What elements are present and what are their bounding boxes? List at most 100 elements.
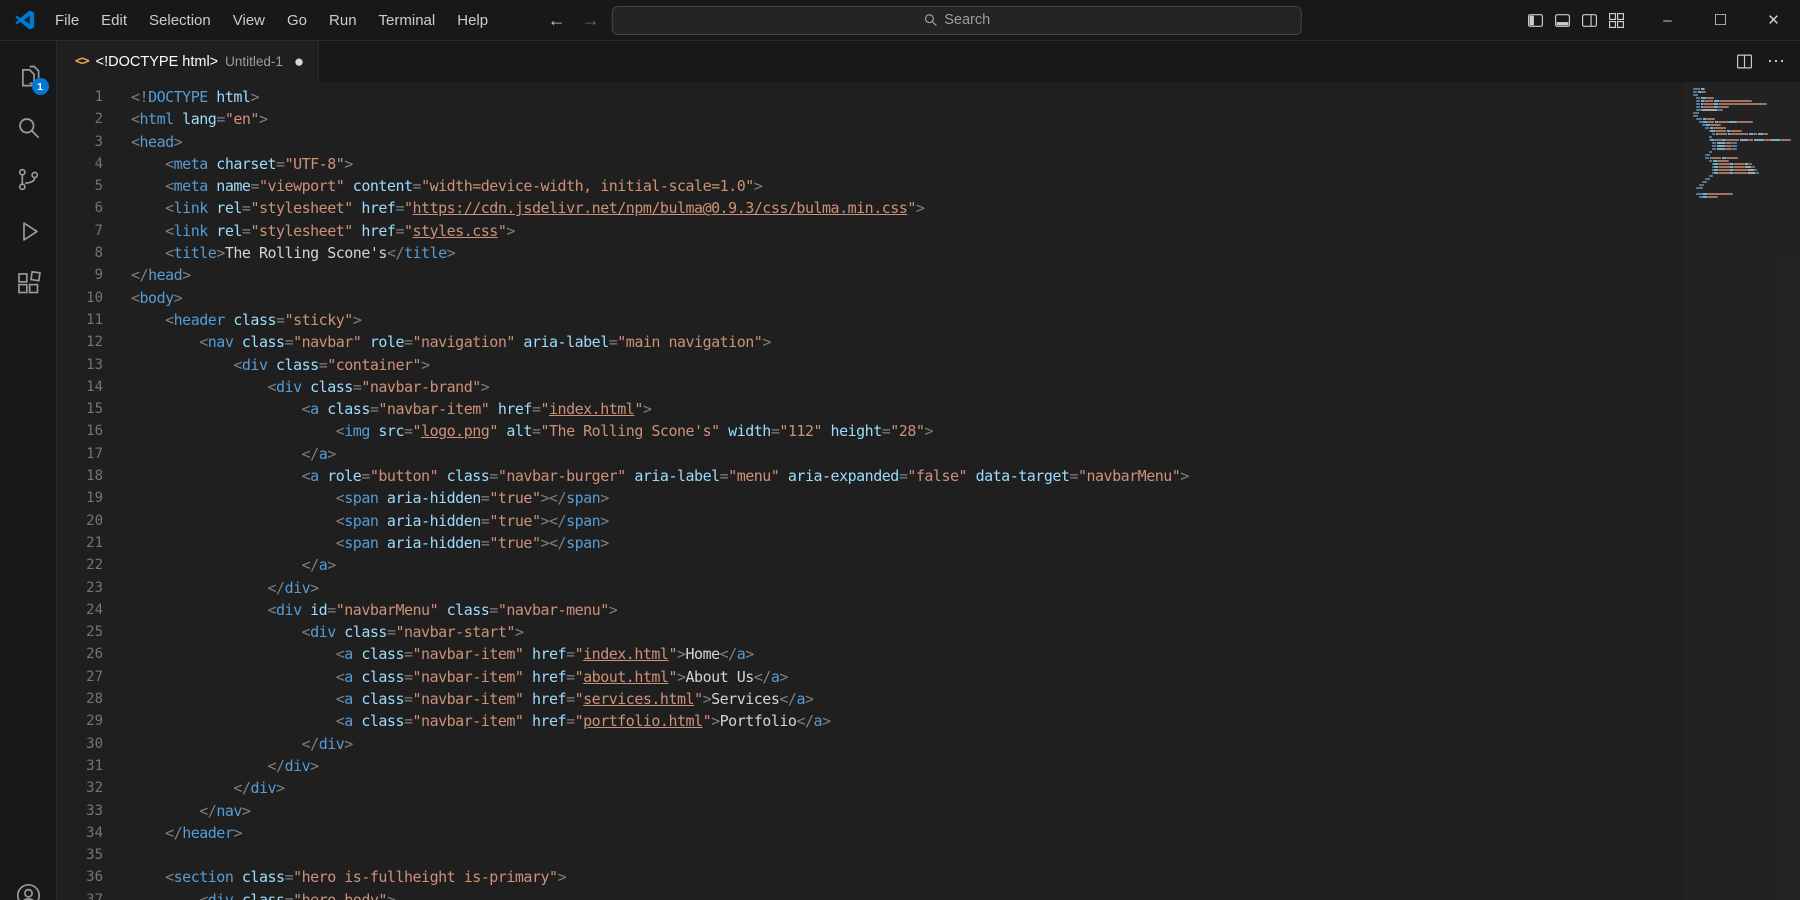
minimap-line xyxy=(1693,175,1794,177)
menu-view[interactable]: View xyxy=(222,0,276,40)
line-number: 35 xyxy=(57,844,103,866)
menu-run[interactable]: Run xyxy=(318,0,368,40)
minimize-button[interactable]: – xyxy=(1641,0,1694,41)
explorer-badge: 1 xyxy=(32,78,49,95)
code-line[interactable]: <meta charset="UTF-8"> xyxy=(131,153,1800,175)
minimap-line xyxy=(1693,121,1794,123)
editor-actions: ⋯ xyxy=(1736,41,1800,82)
maximize-button[interactable]: ☐ xyxy=(1694,0,1747,41)
code-lines[interactable]: <!DOCTYPE html><html lang="en"><head> <m… xyxy=(131,86,1800,900)
code-line[interactable]: <nav class="navbar" role="navigation" ar… xyxy=(131,331,1800,353)
code-line[interactable]: <a class="navbar-item" href="index.html"… xyxy=(131,398,1800,420)
code-line[interactable]: <a class="navbar-item" href="about.html"… xyxy=(131,666,1800,688)
line-number: 33 xyxy=(57,800,103,822)
activity-run-debug[interactable] xyxy=(0,205,57,257)
activity-source-control[interactable] xyxy=(0,153,57,205)
code-line[interactable]: <img src="logo.png" alt="The Rolling Sco… xyxy=(131,420,1800,442)
code-line[interactable]: </a> xyxy=(131,554,1800,576)
code-line[interactable]: <a class="navbar-item" href="portfolio.h… xyxy=(131,710,1800,732)
code-line[interactable]: <head> xyxy=(131,131,1800,153)
code-line[interactable]: </div> xyxy=(131,577,1800,599)
close-button[interactable]: ✕ xyxy=(1747,0,1800,41)
nav-back-button[interactable]: ← xyxy=(544,10,570,31)
line-number: 25 xyxy=(57,621,103,643)
toggle-panel-icon[interactable] xyxy=(1554,12,1571,29)
code-line[interactable]: </div> xyxy=(131,777,1800,799)
menu-go[interactable]: Go xyxy=(276,0,318,40)
vscode-logo-icon xyxy=(14,9,36,31)
code-line[interactable]: <header class="sticky"> xyxy=(131,309,1800,331)
minimap-content xyxy=(1693,88,1794,198)
code-line[interactable] xyxy=(131,844,1800,866)
menu-terminal[interactable]: Terminal xyxy=(368,0,447,40)
modified-dot[interactable]: ● xyxy=(294,53,304,70)
minimap-line xyxy=(1693,193,1794,195)
code-line[interactable]: <span aria-hidden="true"></span> xyxy=(131,532,1800,554)
code-line[interactable]: <meta name="viewport" content="width=dev… xyxy=(131,175,1800,197)
title-bar: File Edit Selection View Go Run Terminal… xyxy=(0,0,1800,41)
line-number: 36 xyxy=(57,866,103,888)
line-number: 6 xyxy=(57,197,103,219)
minimap[interactable] xyxy=(1683,82,1800,900)
tab-untitled-1[interactable]: <> <!DOCTYPE html> Untitled-1 ● xyxy=(57,41,319,82)
line-number: 11 xyxy=(57,309,103,331)
code-line[interactable]: </head> xyxy=(131,264,1800,286)
code-line[interactable]: <div class="container"> xyxy=(131,354,1800,376)
code-line[interactable]: <link rel="stylesheet" href="https://cdn… xyxy=(131,197,1800,219)
code-line[interactable]: <span aria-hidden="true"></span> xyxy=(131,487,1800,509)
minimap-line xyxy=(1693,160,1794,162)
code-line[interactable]: <link rel="stylesheet" href="styles.css"… xyxy=(131,220,1800,242)
minimap-line xyxy=(1693,100,1794,102)
code-line[interactable]: <span aria-hidden="true"></span> xyxy=(131,510,1800,532)
code-line[interactable]: <a class="navbar-item" href="services.ht… xyxy=(131,688,1800,710)
code-line[interactable]: <div class="hero-body"> xyxy=(131,889,1800,900)
line-number: 22 xyxy=(57,554,103,576)
activity-explorer[interactable]: 1 xyxy=(0,49,57,101)
menu-file[interactable]: File xyxy=(44,0,90,40)
gutter: 1234567891011121314151617181920212223242… xyxy=(57,86,131,900)
toggle-sidebar-icon[interactable] xyxy=(1527,12,1544,29)
line-number: 26 xyxy=(57,643,103,665)
line-number: 34 xyxy=(57,822,103,844)
code-line[interactable]: <!DOCTYPE html> xyxy=(131,86,1800,108)
search-box[interactable]: Search xyxy=(612,6,1302,35)
menu-edit[interactable]: Edit xyxy=(90,0,138,40)
layout-controls xyxy=(1527,12,1641,29)
code-line[interactable]: <div class="navbar-brand"> xyxy=(131,376,1800,398)
line-number: 5 xyxy=(57,175,103,197)
code-line[interactable]: <title>The Rolling Scone's</title> xyxy=(131,242,1800,264)
minimap-line xyxy=(1693,112,1794,114)
line-number: 15 xyxy=(57,398,103,420)
minimap-line xyxy=(1693,127,1794,129)
run-debug-icon xyxy=(15,218,42,245)
menu-help[interactable]: Help xyxy=(446,0,499,40)
code-line[interactable]: <a role="button" class="navbar-burger" a… xyxy=(131,465,1800,487)
code-line[interactable]: </div> xyxy=(131,755,1800,777)
minimap-line xyxy=(1693,106,1794,108)
nav-forward-button[interactable]: → xyxy=(578,10,604,31)
line-number: 17 xyxy=(57,443,103,465)
activity-account[interactable] xyxy=(0,882,57,900)
editor[interactable]: 1234567891011121314151617181920212223242… xyxy=(57,82,1800,900)
code-line[interactable]: <a class="navbar-item" href="index.html"… xyxy=(131,643,1800,665)
code-line[interactable]: <section class="hero is-fullheight is-pr… xyxy=(131,866,1800,888)
code-line[interactable]: <div id="navbarMenu" class="navbar-menu"… xyxy=(131,599,1800,621)
code-line[interactable]: <body> xyxy=(131,287,1800,309)
split-editor-icon[interactable] xyxy=(1736,53,1753,70)
code-line[interactable]: </nav> xyxy=(131,800,1800,822)
search-placeholder: Search xyxy=(944,12,990,28)
activity-extensions[interactable] xyxy=(0,257,57,309)
line-number: 14 xyxy=(57,376,103,398)
menu-selection[interactable]: Selection xyxy=(138,0,222,40)
code-line[interactable]: </div> xyxy=(131,733,1800,755)
line-number: 8 xyxy=(57,242,103,264)
activity-search[interactable] xyxy=(0,101,57,153)
code-line[interactable]: <html lang="en"> xyxy=(131,108,1800,130)
code-line[interactable]: </header> xyxy=(131,822,1800,844)
more-actions-icon[interactable]: ⋯ xyxy=(1767,51,1786,72)
toggle-secondary-sidebar-icon[interactable] xyxy=(1581,12,1598,29)
code-line[interactable]: </a> xyxy=(131,443,1800,465)
tab-bar: <> <!DOCTYPE html> Untitled-1 ● ⋯ xyxy=(57,41,1800,82)
customize-layout-icon[interactable] xyxy=(1608,12,1625,29)
code-line[interactable]: <div class="navbar-start"> xyxy=(131,621,1800,643)
